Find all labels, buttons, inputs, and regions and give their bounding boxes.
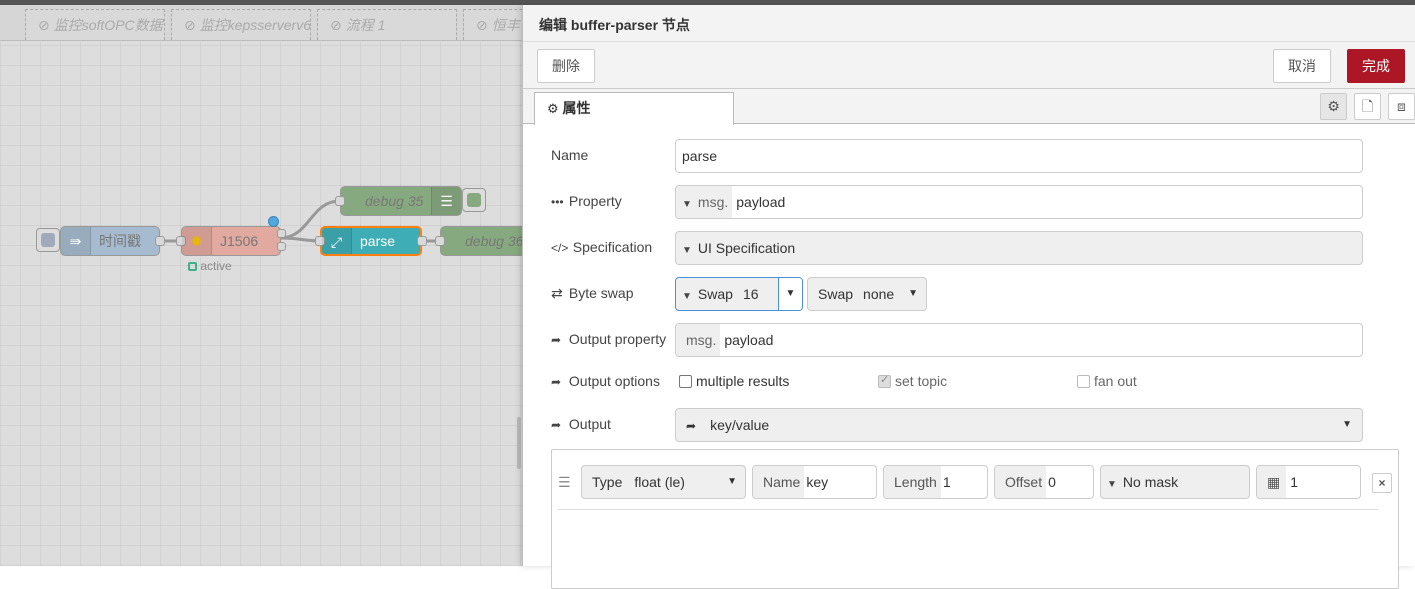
swap-arrows-icon: ⇄ [551, 285, 563, 301]
byteswap-label: ⇄ Byte swap [551, 285, 634, 301]
ellipsis-icon: ••• [551, 195, 564, 209]
specification-select[interactable]: ▼ UI Specification [675, 231, 1363, 265]
set-topic-checkbox [878, 373, 891, 388]
item-type-select[interactable]: Type float (le) ▼ [581, 465, 746, 499]
output-select[interactable]: ➦ key/value ▼ [675, 408, 1363, 442]
remove-item-button[interactable]: × [1372, 473, 1392, 493]
tray-title: 编辑 buffer-parser 节点 [539, 17, 690, 33]
tab-properties[interactable]: ⚙ 属性 [534, 92, 734, 125]
swap2-select[interactable]: Swap none ▼ [807, 277, 927, 311]
debug-node-36[interactable]: debug 36 [435, 226, 522, 256]
debug-list-icon: ☰ [431, 187, 461, 215]
caret-down-icon: ▼ [727, 476, 737, 487]
fan-out-checkbox [1077, 375, 1090, 388]
specification-label: </> Specification [551, 239, 653, 255]
node-status: active [188, 259, 232, 273]
set-topic-option: set topic [878, 373, 947, 389]
output-port[interactable] [155, 236, 165, 246]
item-length-input[interactable]: Length 1 [883, 465, 988, 499]
input-port[interactable] [335, 196, 345, 206]
sign-out-icon: ➦ [551, 333, 562, 347]
swap1-select[interactable]: ▼ Swap 16 ▼ [675, 277, 803, 311]
done-button[interactable]: 完成 [1347, 49, 1405, 83]
item-mask-select[interactable]: ▼ No mask [1100, 465, 1250, 499]
item-divider [558, 509, 1378, 510]
sign-out-icon: ➦ [551, 375, 562, 389]
input-port[interactable] [435, 236, 445, 246]
output-port-2[interactable] [277, 242, 286, 251]
tray-tabs: ⚙ 属性 ⚙ 🗋 ⧈ [523, 89, 1415, 125]
flow-workspace[interactable]: ⊘ 监控softOPC数据 ⊘ 监控kepsserverv6 ⊘ 流程 1 ⊘ 恒丰 ⇛… [0, 5, 522, 566]
changed-indicator [268, 216, 279, 227]
debug-toggle-button[interactable] [462, 188, 486, 212]
editor-tray: 编辑 buffer-parser 节点 删除 取消 完成 ⚙ 属性 ⚙ 🗋 ⧈ … [522, 5, 1415, 589]
status-square-icon [188, 262, 197, 271]
delete-button[interactable]: 删除 [537, 49, 595, 83]
fan-out-option: fan out [1077, 373, 1137, 389]
inject-button[interactable] [36, 228, 60, 252]
swap1-dropdown-toggle[interactable]: ▼ [778, 278, 802, 310]
parse-node[interactable]: ⤢ parse [315, 226, 427, 256]
description-tab-button[interactable]: 🗋 [1354, 93, 1381, 120]
debug-node-35[interactable]: debug 35 ☰ [335, 186, 462, 216]
gear-icon: ⚙ [1327, 98, 1340, 114]
item-scale-input[interactable]: ▦ 1 [1256, 465, 1361, 499]
caret-down-icon: ▼ [682, 245, 692, 256]
cancel-button[interactable]: 取消 [1273, 49, 1331, 83]
properties-form: Name parse ••• Property ▼ msg. payload </>… [523, 124, 1415, 589]
frame-icon: ⧈ [1397, 98, 1406, 114]
property-typed-input[interactable]: ▼ msg. payload [675, 185, 1363, 219]
close-icon: × [1378, 476, 1386, 490]
plc-gear-icon: ✹ [182, 227, 212, 255]
code-icon: </> [551, 241, 569, 255]
spec-item-list: ☰ Type float (le) ▼ Name key Length 1 Offse… [551, 449, 1399, 589]
tray-header: 编辑 buffer-parser 节点 [523, 5, 1415, 42]
output-property-input[interactable]: msg. payload [675, 323, 1363, 357]
resize-handle[interactable] [517, 417, 521, 469]
sign-out-icon: ➦ [686, 419, 697, 433]
calculator-icon: ▦ [1257, 466, 1287, 498]
name-input[interactable]: parse [675, 139, 1363, 173]
output-options-label: ➦ Output options [551, 373, 660, 389]
item-offset-input[interactable]: Offset 0 [994, 465, 1094, 499]
property-type-select[interactable]: ▼ msg. [676, 186, 733, 218]
caret-down-icon: ▼ [1107, 479, 1117, 490]
gear-icon: ⚙ [547, 101, 559, 116]
drag-handle-icon[interactable]: ☰ [558, 474, 571, 491]
name-label: Name [551, 147, 589, 163]
caret-down-icon: ▼ [1342, 419, 1352, 430]
caret-down-icon: ▼ [908, 288, 918, 299]
caret-down-icon: ▼ [682, 291, 692, 302]
appearance-tab-button[interactable]: ⧈ [1388, 93, 1415, 120]
multiple-results-checkbox[interactable] [679, 375, 692, 388]
caret-down-icon: ▼ [682, 199, 692, 210]
file-icon: 🗋 [1361, 98, 1374, 114]
output-label: ➦ Output [551, 416, 611, 432]
sign-out-icon: ➦ [551, 418, 562, 432]
output-property-label: ➦ Output property [551, 331, 667, 347]
timestamp-node[interactable]: ⇛ 时间戳 [60, 226, 165, 256]
tray-toolbar: 删除 取消 完成 [523, 42, 1415, 89]
plc-node[interactable]: ✹ J1506 [176, 226, 286, 256]
flow-wires [158, 199, 442, 243]
multiple-results-option[interactable]: multiple results [679, 373, 789, 389]
output-port-1[interactable] [277, 229, 286, 238]
property-label: ••• Property [551, 193, 622, 209]
settings-tab-button[interactable]: ⚙ [1320, 93, 1347, 120]
output-port[interactable] [417, 236, 427, 246]
inject-arrow-icon: ⇛ [61, 227, 91, 255]
expand-arrows-icon: ⤢ [322, 228, 352, 254]
item-name-input[interactable]: Name key [752, 465, 877, 499]
